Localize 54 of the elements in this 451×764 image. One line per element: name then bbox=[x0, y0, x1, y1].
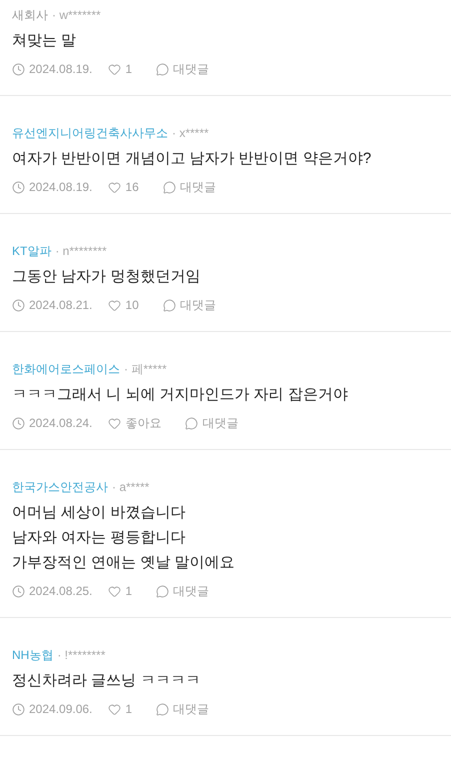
comment-text: 쳐맞는 말 bbox=[12, 31, 78, 51]
company-name[interactable]: 한국가스안전공사 bbox=[12, 478, 108, 496]
like-button[interactable]: 좋아요 bbox=[108, 415, 162, 431]
speech-bubble-icon bbox=[162, 180, 176, 194]
comment-text: 정신차려라 글쓰닝 ㅋㅋㅋㅋ bbox=[12, 671, 202, 691]
clock-icon bbox=[12, 702, 25, 716]
comment-date: 2024.08.25. bbox=[29, 583, 92, 599]
like-button[interactable]: 1 bbox=[108, 61, 132, 77]
heart-icon bbox=[108, 416, 122, 430]
heart-icon bbox=[108, 298, 122, 312]
reply-button[interactable]: 대댓글 bbox=[156, 701, 210, 717]
speech-bubble-icon bbox=[162, 298, 176, 312]
comment-text: 여자가 반반이면 개념이고 남자가 반반이면 약은거야? bbox=[12, 149, 372, 169]
reply-button[interactable]: 대댓글 bbox=[162, 297, 216, 313]
speech-bubble-icon bbox=[185, 416, 198, 430]
author-name: · !******** bbox=[57, 647, 106, 664]
author-name: · a***** bbox=[112, 479, 150, 496]
company-name[interactable]: 새회사 bbox=[12, 6, 48, 24]
speech-bubble-icon bbox=[156, 62, 170, 76]
clock-icon bbox=[12, 180, 25, 194]
comment-text: ㅋㅋㅋ그래서 니 뇌에 거지마인드가 자리 잡은거야 bbox=[12, 385, 349, 405]
clock-icon bbox=[12, 298, 25, 312]
like-button[interactable]: 16 bbox=[108, 179, 139, 195]
speech-bubble-icon bbox=[156, 584, 170, 598]
comment-date: 2024.08.19. bbox=[29, 179, 92, 195]
heart-icon bbox=[108, 62, 122, 76]
reply-button[interactable]: 대댓글 bbox=[156, 583, 210, 599]
reply-button[interactable]: 대댓글 bbox=[162, 179, 216, 195]
like-button[interactable]: 10 bbox=[108, 297, 139, 313]
heart-icon bbox=[108, 584, 122, 598]
clock-icon bbox=[12, 584, 25, 598]
comment-date: 2024.08.19. bbox=[29, 61, 92, 77]
company-name[interactable]: KT알파 bbox=[12, 242, 52, 260]
like-button[interactable]: 1 bbox=[108, 701, 132, 717]
company-name[interactable]: 한화에어로스페이스 bbox=[12, 360, 120, 378]
author-name: · w******* bbox=[52, 7, 101, 24]
reply-button[interactable]: 대댓글 bbox=[185, 415, 238, 431]
comment-date: 2024.08.21. bbox=[29, 297, 92, 313]
comment-date: 2024.08.24. bbox=[29, 415, 92, 431]
heart-icon bbox=[108, 702, 122, 716]
company-name[interactable]: NH농협 bbox=[12, 646, 54, 664]
reply-button[interactable]: 대댓글 bbox=[156, 61, 210, 77]
author-name: · n******** bbox=[55, 243, 107, 260]
clock-icon bbox=[12, 416, 25, 430]
comment-text: 어머님 세상이 바꼈습니다 남자와 여자는 평등합니다 가부장적인 연애는 옛날 말이에요 bbox=[12, 503, 236, 573]
author-name: · x***** bbox=[172, 125, 209, 142]
comment-date: 2024.09.06. bbox=[29, 701, 92, 717]
clock-icon bbox=[12, 62, 25, 76]
author-name: · 페***** bbox=[124, 361, 167, 378]
like-button[interactable]: 1 bbox=[108, 583, 132, 599]
heart-icon bbox=[108, 180, 122, 194]
comment-text: 그동안 남자가 멍청했던거임 bbox=[12, 267, 202, 287]
company-name[interactable]: 유선엔지니어링건축사사무소 bbox=[12, 124, 168, 142]
speech-bubble-icon bbox=[156, 702, 170, 716]
